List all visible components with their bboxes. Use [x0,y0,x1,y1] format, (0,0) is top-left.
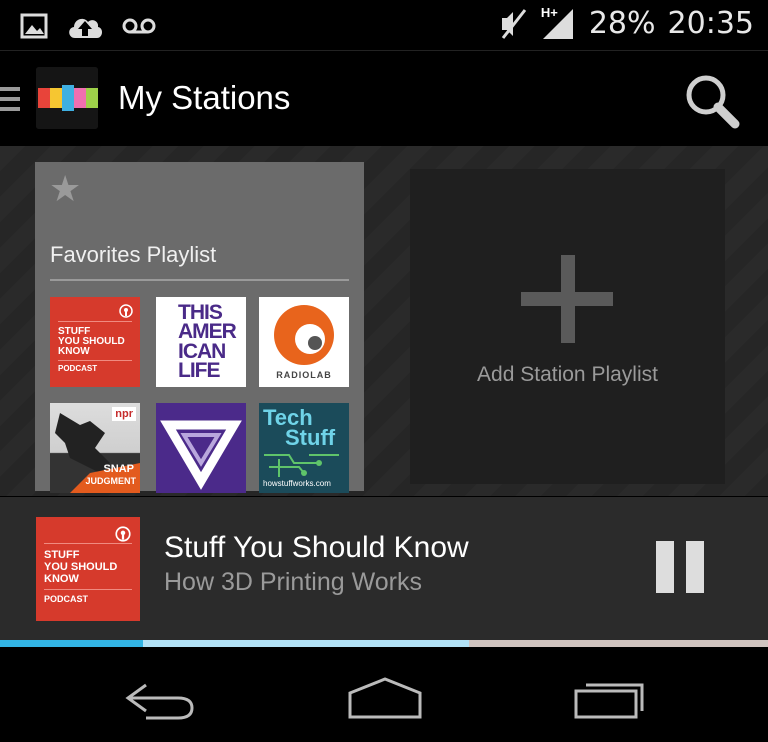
penrose-triangle-icon [160,420,242,490]
npr-badge: npr [112,407,136,421]
podcast-thumb-techstuff[interactable]: Tech Stuff howstuffworks.com [259,403,349,493]
status-bar: H+ 28% 20:35 [0,0,768,50]
mute-icon [501,8,527,39]
art-text: RADIOLAB [276,370,332,380]
art-text: PODCAST [58,364,98,373]
logo-stripe [62,85,74,111]
played-bar [0,640,143,647]
gallery-icon [20,13,48,39]
favorites-title: Favorites Playlist [50,242,217,267]
network-type: H+ [540,4,558,20]
art-text: LIFE [178,358,221,382]
art-text: PODCAST [44,594,89,604]
menu-icon[interactable] [0,87,20,117]
logo-stripe [50,88,62,108]
star-icon[interactable]: ★ [49,172,81,208]
stations-grid: ★ Favorites Playlist STUFF YOU SHOULD KN… [0,146,768,496]
podcast-thumb-this-american-life[interactable]: THIS AMER ICAN LIFE [156,297,246,387]
signal-icon: H+ [540,4,577,41]
logo-stripe [74,88,86,108]
add-station-playlist-button[interactable]: Add Station Playlist [410,169,725,484]
now-playing-title: Stuff You Should Know [164,531,469,564]
art-text: howstuffworks.com [263,479,331,488]
art-text: Stuff [285,425,336,450]
clock: 20:35 [667,6,754,41]
art-text: KNOW [44,573,79,585]
art-text: KNOW [58,346,90,357]
art-text: AMER [178,320,237,344]
art-text: SNAP [103,463,134,475]
podcast-thumb-sysk[interactable]: STUFF YOU SHOULD KNOW PODCAST [50,297,140,387]
podcast-icon [115,526,131,542]
page-title: My Stations [118,79,291,116]
action-bar: My Stations [0,50,768,146]
battery-percent: 28% [588,6,656,41]
cloud-upload-icon [69,18,103,38]
now-playing-episode: How 3D Printing Works [164,568,422,596]
navigation-bar [0,647,768,742]
logo-stripe [38,88,50,108]
add-station-label: Add Station Playlist [477,363,658,386]
divider [50,279,349,281]
search-icon[interactable] [680,71,744,131]
podcast-thumb-snap-judgment[interactable]: npr SNAP JUDGMENT [50,403,140,493]
art-text: YOU SHOULD [44,561,118,573]
favorites-playlist-card[interactable]: ★ Favorites Playlist STUFF YOU SHOULD KN… [35,162,364,493]
home-icon[interactable] [340,673,430,723]
radiolab-logo-icon [274,305,334,365]
app-logo[interactable] [36,67,98,129]
podcast-icon [119,304,133,318]
back-icon[interactable] [116,673,206,723]
now-playing-artwork[interactable]: STUFF YOU SHOULD KNOW PODCAST [36,517,140,621]
logo-stripe [86,88,98,108]
pause-button[interactable] [656,541,704,593]
art-text: STUFF [44,549,80,561]
podcast-thumb-radiolab[interactable]: RADIOLAB [259,297,349,387]
voicemail-icon [122,18,156,34]
playback-progress[interactable] [0,640,768,647]
stitcher-logo-icon [36,67,98,129]
now-playing-bar[interactable]: STUFF YOU SHOULD KNOW PODCAST Stuff You … [0,497,768,640]
podcast-thumb-penrose[interactable] [156,403,246,493]
recent-apps-icon[interactable] [568,673,658,723]
art-text: JUDGMENT [85,476,136,486]
